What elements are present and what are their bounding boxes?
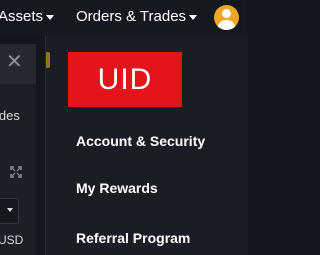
avatar-head [222,9,231,18]
panel-partial-text: ides [0,108,20,123]
avatar-torso [218,20,235,30]
nav-assets[interactable]: Assets [0,8,55,25]
menu-item-my-rewards[interactable]: My Rewards [76,180,158,196]
caret-down-icon [46,14,55,20]
chevron-down-icon [7,208,13,212]
menu-item-account-security[interactable]: Account & Security [76,133,205,149]
close-icon[interactable]: ✕ [6,52,23,72]
nav-orders-label: Orders & Trades [76,8,187,25]
currency-label: USD [0,233,24,247]
app-root: Assets Orders & Trades ✕ ides USD UID Ac… [0,0,248,255]
menu-item-referral-program[interactable]: Referral Program [76,230,190,246]
caret-down-icon [189,14,198,20]
dropdown-accent [46,52,50,68]
account-dropdown-menu: UID Account & Security My Rewards Referr… [45,36,248,255]
uid-badge: UID [68,52,182,107]
top-navigation-bar: Assets Orders & Trades [0,0,247,36]
user-avatar-icon[interactable] [214,5,239,30]
nav-assets-label: Assets [0,8,44,25]
nav-orders-trades[interactable]: Orders & Trades [76,8,198,25]
expand-icon[interactable] [10,166,22,178]
panel-gap [36,44,45,255]
